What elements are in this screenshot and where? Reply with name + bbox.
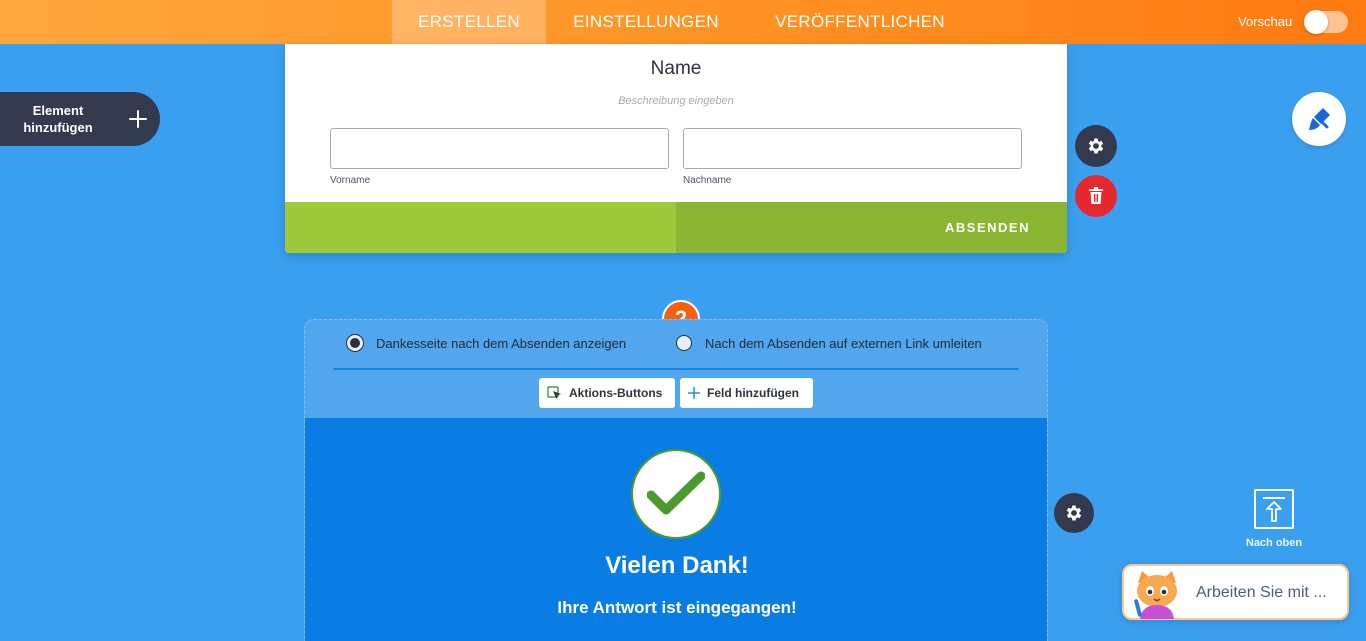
add-element-label: Element hinzufügen (23, 103, 93, 135)
last-name-sublabel: Nachname (683, 175, 732, 186)
redirect-link-label[interactable]: Nach dem Absenden auf externen Link umle… (705, 336, 982, 351)
preview-toggle[interactable] (1304, 10, 1348, 34)
thank-you-subtitle[interactable]: Ihre Antwort ist eingegangen! (305, 598, 1047, 618)
after-submit-options: Dankesseite nach dem Absenden anzeigen N… (305, 320, 1047, 370)
thank-you-section: Dankesseite nach dem Absenden anzeigen N… (304, 319, 1048, 641)
scroll-top-button[interactable] (1254, 489, 1294, 529)
trash-icon (1089, 187, 1103, 204)
gear-icon (1066, 505, 1082, 521)
action-buttons-button[interactable]: Aktions-Buttons (539, 378, 675, 408)
preview-label: Vorschau (1238, 14, 1293, 29)
thank-you-title[interactable]: Vielen Dank! (305, 552, 1047, 580)
thank-you-settings-button[interactable] (1054, 493, 1094, 533)
success-check-circle (631, 449, 721, 539)
top-navigation-bar: ERSTELLEN EINSTELLUNGEN VERÖFFENTLICHEN … (0, 0, 1366, 44)
first-name-sublabel: Vorname (330, 175, 371, 186)
show-thank-you-label[interactable]: Dankesseite nach dem Absenden anzeigen (376, 336, 626, 351)
add-element-button[interactable]: Element hinzufügen (0, 92, 160, 146)
cursor-click-icon (547, 385, 561, 399)
paint-brush-icon (1309, 108, 1330, 130)
tab-create[interactable]: ERSTELLEN (392, 0, 546, 44)
plus-icon (688, 387, 700, 399)
cat-avatar-icon (1134, 571, 1177, 619)
field-settings-button[interactable] (1075, 125, 1117, 167)
form-card: Name Beschreibung eingeben Vorname Nachn… (285, 44, 1067, 253)
submit-bar: ABSENDEN (285, 202, 1067, 253)
add-field-button[interactable]: Feld hinzufügen (680, 378, 813, 408)
field-title[interactable]: Name (285, 58, 1067, 80)
preview-toggle-knob (1304, 10, 1328, 34)
scroll-top-label[interactable]: Nach oben (1234, 537, 1314, 549)
delete-field-button[interactable] (1075, 175, 1117, 217)
form-designer-button[interactable] (1292, 92, 1346, 146)
field-description[interactable]: Beschreibung eingeben (285, 95, 1067, 107)
gear-icon (1088, 138, 1104, 154)
submit-button[interactable]: ABSENDEN (676, 202, 1067, 253)
thank-you-panel: Vielen Dank! Ihre Antwort ist eingegange… (305, 418, 1047, 641)
plus-icon (127, 108, 149, 130)
first-name-input[interactable] (330, 128, 669, 169)
arrow-up-icon (1263, 497, 1285, 522)
checkmark-icon (647, 471, 705, 515)
action-buttons-label: Aktions-Buttons (569, 386, 663, 400)
ai-assistant-chat[interactable]: Arbeiten Sie mit ... (1122, 564, 1349, 620)
add-field-label: Feld hinzufügen (707, 386, 799, 400)
tab-settings[interactable]: EINSTELLUNGEN (556, 0, 736, 44)
options-divider (333, 368, 1019, 370)
redirect-link-radio[interactable] (676, 335, 692, 351)
tab-publish[interactable]: VERÖFFENTLICHEN (760, 0, 960, 44)
show-thank-you-radio[interactable] (347, 335, 363, 351)
assistant-message: Arbeiten Sie mit ... (1196, 584, 1327, 601)
last-name-input[interactable] (683, 128, 1022, 169)
